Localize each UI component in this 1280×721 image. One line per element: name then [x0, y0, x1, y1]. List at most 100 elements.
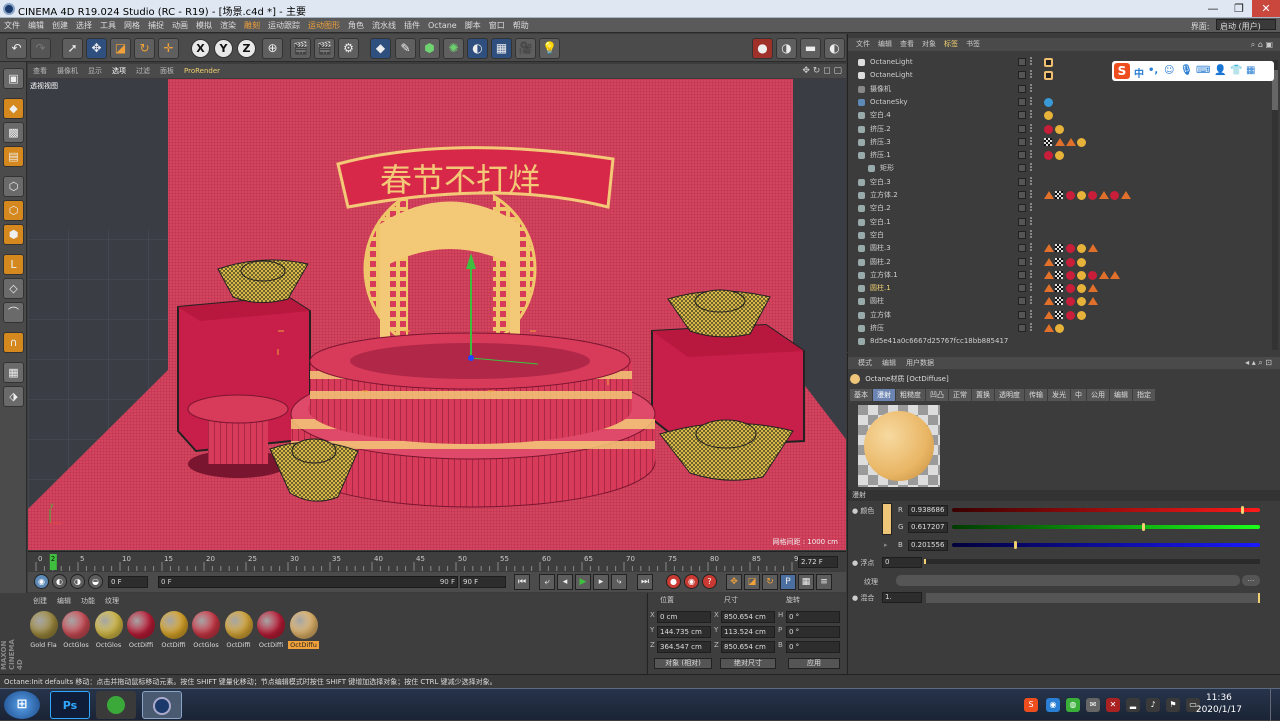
scale-tool-icon[interactable]: ◪	[110, 38, 131, 59]
material-tag-icon[interactable]	[1066, 310, 1075, 320]
material-tag-icon[interactable]	[1077, 257, 1086, 267]
tag-icon[interactable]	[1088, 284, 1098, 293]
material-tag-icon[interactable]	[1077, 244, 1086, 254]
visibility-dots-icon[interactable]	[1030, 83, 1034, 92]
keyframe-selection-icon[interactable]: ?	[702, 574, 717, 589]
record-icon[interactable]: ●	[666, 574, 681, 589]
material-tag-icon[interactable]	[1066, 244, 1075, 254]
object-row[interactable]: 摄像机	[852, 83, 1274, 96]
object-row[interactable]: 挤压.2	[852, 123, 1274, 136]
layout-dropdown[interactable]: 启动 (用户)	[1216, 19, 1276, 31]
layer-flag-icon[interactable]	[1018, 97, 1026, 106]
g-slider-knob[interactable]	[1142, 523, 1146, 531]
qq-tray-icon[interactable]: ◉	[1046, 698, 1060, 712]
layer-flag-icon[interactable]	[1018, 71, 1026, 80]
timeline-menu-icon[interactable]: ≡	[816, 574, 832, 590]
menu-item[interactable]: 雕刻	[240, 18, 264, 33]
r-field[interactable]: 0.938686	[908, 505, 948, 516]
next-key-icon[interactable]: ⤷	[611, 574, 627, 590]
range-slider[interactable]: 0 F 90 F	[158, 576, 458, 588]
key-pla-icon[interactable]: ▦	[798, 574, 814, 590]
visibility-dots-icon[interactable]	[1030, 203, 1034, 212]
motion-path-icon[interactable]: ◐	[52, 574, 67, 589]
color-expand-icon[interactable]: ▸	[884, 541, 888, 549]
mix-field[interactable]: 1.	[882, 592, 922, 603]
texture-slot[interactable]	[896, 575, 1240, 586]
tag-icon[interactable]	[1088, 244, 1098, 253]
float-field[interactable]: 0	[882, 557, 922, 568]
attribute-tab[interactable]: 凹凸	[926, 389, 948, 401]
move-tool-icon[interactable]: ✥	[86, 38, 107, 59]
cinema4d-taskbar-icon[interactable]	[142, 691, 182, 719]
object-row[interactable]: 空白.3	[852, 176, 1274, 189]
coord-mode-dropdown[interactable]: 对象 (相对)	[654, 658, 712, 669]
points-mode-icon[interactable]: ⬡	[3, 176, 24, 197]
material-tag-icon[interactable]	[1055, 324, 1064, 333]
material-tag-icon[interactable]	[1044, 97, 1053, 107]
render-picture-viewer-icon[interactable]: 🎬	[314, 38, 335, 59]
layer-flag-icon[interactable]	[1018, 58, 1026, 66]
float-slider[interactable]	[924, 559, 1260, 564]
visibility-dots-icon[interactable]	[1030, 163, 1034, 172]
layer-flag-icon[interactable]	[1018, 164, 1026, 173]
workplane-icon[interactable]: ▤	[3, 146, 24, 167]
menu-item[interactable]: 渲染	[216, 18, 240, 33]
r-slider-knob[interactable]	[1241, 506, 1245, 514]
tag-icon[interactable]	[1099, 191, 1109, 199]
visibility-dots-icon[interactable]	[1030, 269, 1034, 278]
material-tag-icon[interactable]	[1066, 191, 1075, 200]
menu-item[interactable]: 窗口	[485, 18, 509, 33]
timeline-ruler[interactable]: 0510152025303540455055606570758085902 2.…	[28, 551, 846, 571]
tag-icon[interactable]	[1099, 270, 1109, 279]
next-frame-icon[interactable]: ▸	[593, 574, 609, 590]
undo-icon[interactable]: ↶	[6, 38, 27, 59]
attribute-tab[interactable]: 置换	[972, 389, 994, 401]
material-tag-icon[interactable]	[1066, 284, 1075, 294]
am-menu-item[interactable]: 模式	[853, 357, 877, 369]
viewport-menu-item[interactable]: 选项	[107, 64, 131, 78]
light-tag-icon[interactable]	[1044, 71, 1053, 81]
material-swatch[interactable]: OctGlos	[61, 611, 92, 653]
material-tag-icon[interactable]	[1055, 151, 1064, 161]
object-row[interactable]: 挤压.1	[852, 149, 1274, 162]
layer-flag-icon[interactable]	[1018, 257, 1026, 266]
menu-item[interactable]: Octane	[424, 18, 461, 33]
object-row[interactable]: 圆柱	[852, 295, 1274, 308]
visibility-dots-icon[interactable]	[1030, 176, 1034, 185]
visibility-dots-icon[interactable]	[1030, 296, 1034, 305]
sogou-icon[interactable]: S	[1114, 63, 1130, 79]
attribute-tab[interactable]: 指定	[1133, 389, 1155, 401]
viewport-menu-item[interactable]: 过滤	[131, 64, 155, 78]
object-row[interactable]: 矩形	[852, 162, 1274, 175]
ime-user-icon[interactable]: 👤	[1214, 65, 1226, 76]
select-tool-icon[interactable]: ➚	[62, 38, 83, 59]
tray-x-icon[interactable]: ✕	[1106, 698, 1120, 712]
g-slider[interactable]	[952, 525, 1260, 529]
material-tag-icon[interactable]	[1088, 191, 1097, 200]
visibility-dots-icon[interactable]	[1030, 110, 1034, 119]
workplane-lock-icon[interactable]: ⬗	[3, 386, 24, 407]
uvw-tag-icon[interactable]	[1055, 257, 1063, 266]
material-swatch[interactable]: OctDiffi	[256, 611, 287, 653]
layer-flag-icon[interactable]	[1018, 137, 1026, 146]
object-row[interactable]: 空白.2	[852, 202, 1274, 215]
ime-punct-icon[interactable]: •,	[1148, 65, 1158, 76]
mix-slider[interactable]	[926, 593, 1260, 603]
menu-item[interactable]: 流水线	[368, 18, 400, 33]
object-row[interactable]: 空白	[852, 229, 1274, 242]
light-tag-icon[interactable]	[1044, 58, 1053, 67]
visibility-dots-icon[interactable]	[1030, 123, 1034, 132]
visibility-dots-icon[interactable]	[1030, 57, 1034, 65]
onion-skin-icon[interactable]: ◑	[70, 574, 85, 589]
uvw-tag-icon[interactable]	[1055, 270, 1063, 279]
material-swatch[interactable]: Gold Fla	[28, 611, 59, 653]
visibility-dots-icon[interactable]	[1030, 150, 1034, 159]
viewport-menu-item[interactable]: 查看	[28, 64, 52, 78]
uvw-tag-icon[interactable]	[1055, 284, 1063, 293]
tag-icon[interactable]	[1044, 270, 1054, 279]
material-swatch[interactable]: OctGlos	[93, 611, 124, 653]
position-field[interactable]: 0 cm	[657, 611, 711, 623]
tray-app-icon[interactable]: ✉	[1086, 698, 1100, 712]
layer-flag-icon[interactable]	[1018, 230, 1026, 239]
attribute-tab[interactable]: 粗糙度	[896, 389, 925, 401]
